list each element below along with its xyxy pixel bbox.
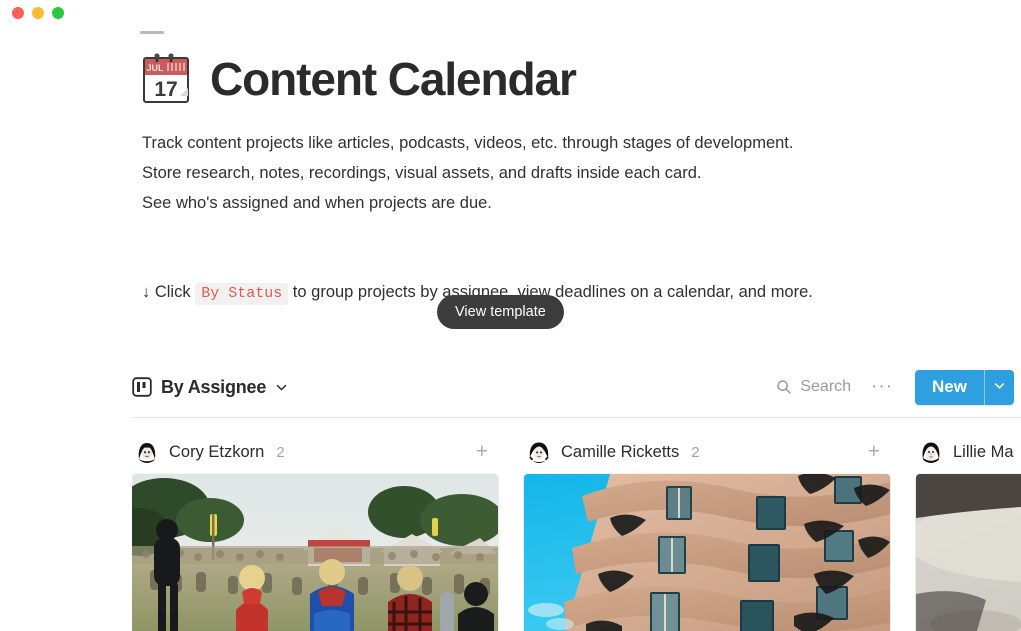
card-cover-image [132, 474, 498, 631]
board-card[interactable] [524, 474, 890, 631]
more-options-button[interactable]: ··· [859, 376, 905, 398]
board-icon [132, 377, 152, 397]
svg-text:JUL: JUL [146, 63, 164, 73]
new-button[interactable]: New [915, 369, 984, 405]
by-status-code-pill[interactable]: By Status [195, 283, 289, 305]
new-dropdown-button[interactable] [984, 369, 1014, 405]
card-cover-image [524, 474, 890, 631]
board-column: Camille Ricketts 2 + [524, 430, 890, 631]
board-card[interactable] [132, 474, 498, 631]
toolbar-divider [132, 417, 1021, 418]
chevron-down-icon [993, 379, 1006, 395]
board-column: Cory Etzkorn 2 + [132, 430, 498, 631]
chevron-down-icon [275, 381, 288, 394]
avatar [920, 441, 942, 463]
breadcrumb [140, 31, 164, 34]
page-title-row: JUL 17 Content Calendar [140, 52, 577, 106]
column-assignee-name: Lillie Ma [953, 442, 1014, 461]
search-input[interactable]: Search [768, 373, 859, 401]
search-icon [776, 379, 792, 395]
search-placeholder: Search [800, 378, 852, 395]
add-card-button[interactable]: + [864, 441, 884, 462]
column-assignee-name: Camille Ricketts [561, 442, 680, 461]
page-content: JUL 17 Content Calendar Track content pr… [0, 0, 1021, 631]
new-button-group: New [915, 369, 1014, 405]
board-columns: Cory Etzkorn 2 + Camille Ricketts 2 + Li… [132, 430, 1021, 631]
column-header: Cory Etzkorn 2 + [132, 430, 498, 474]
avatar [136, 441, 158, 463]
column-card-count: 2 [691, 443, 700, 461]
calendar-icon: JUL 17 [140, 52, 194, 106]
app-window: JUL 17 Content Calendar Track content pr… [0, 0, 1021, 631]
column-assignee-name: Cory Etzkorn [169, 442, 265, 461]
view-switcher[interactable]: By Assignee [132, 377, 288, 398]
page-title: Content Calendar [210, 53, 577, 105]
view-label: By Assignee [161, 376, 267, 397]
column-card-count: 2 [276, 443, 285, 461]
column-header: Lillie Ma + [916, 430, 1021, 474]
avatar [528, 441, 550, 463]
view-template-tooltip[interactable]: View template [437, 295, 564, 329]
board-card[interactable] [916, 474, 1021, 631]
board-column: Lillie Ma + [916, 430, 1021, 631]
description-line-1: Track content projects like articles, po… [142, 134, 794, 152]
callout-prefix: ↓ Click [142, 283, 191, 301]
svg-text:17: 17 [154, 78, 177, 101]
toolbar-right-group: Search ··· New [768, 369, 1014, 405]
description-line-2: Store research, notes, recordings, visua… [142, 164, 702, 182]
page-description: Track content projects like articles, po… [142, 128, 822, 218]
add-card-button[interactable]: + [472, 441, 492, 462]
description-line-3: See who's assigned and when projects are… [142, 194, 492, 212]
column-header: Camille Ricketts 2 + [524, 430, 890, 474]
board-toolbar: By Assignee Search ··· New [132, 366, 1014, 408]
card-cover-image [916, 474, 1021, 631]
